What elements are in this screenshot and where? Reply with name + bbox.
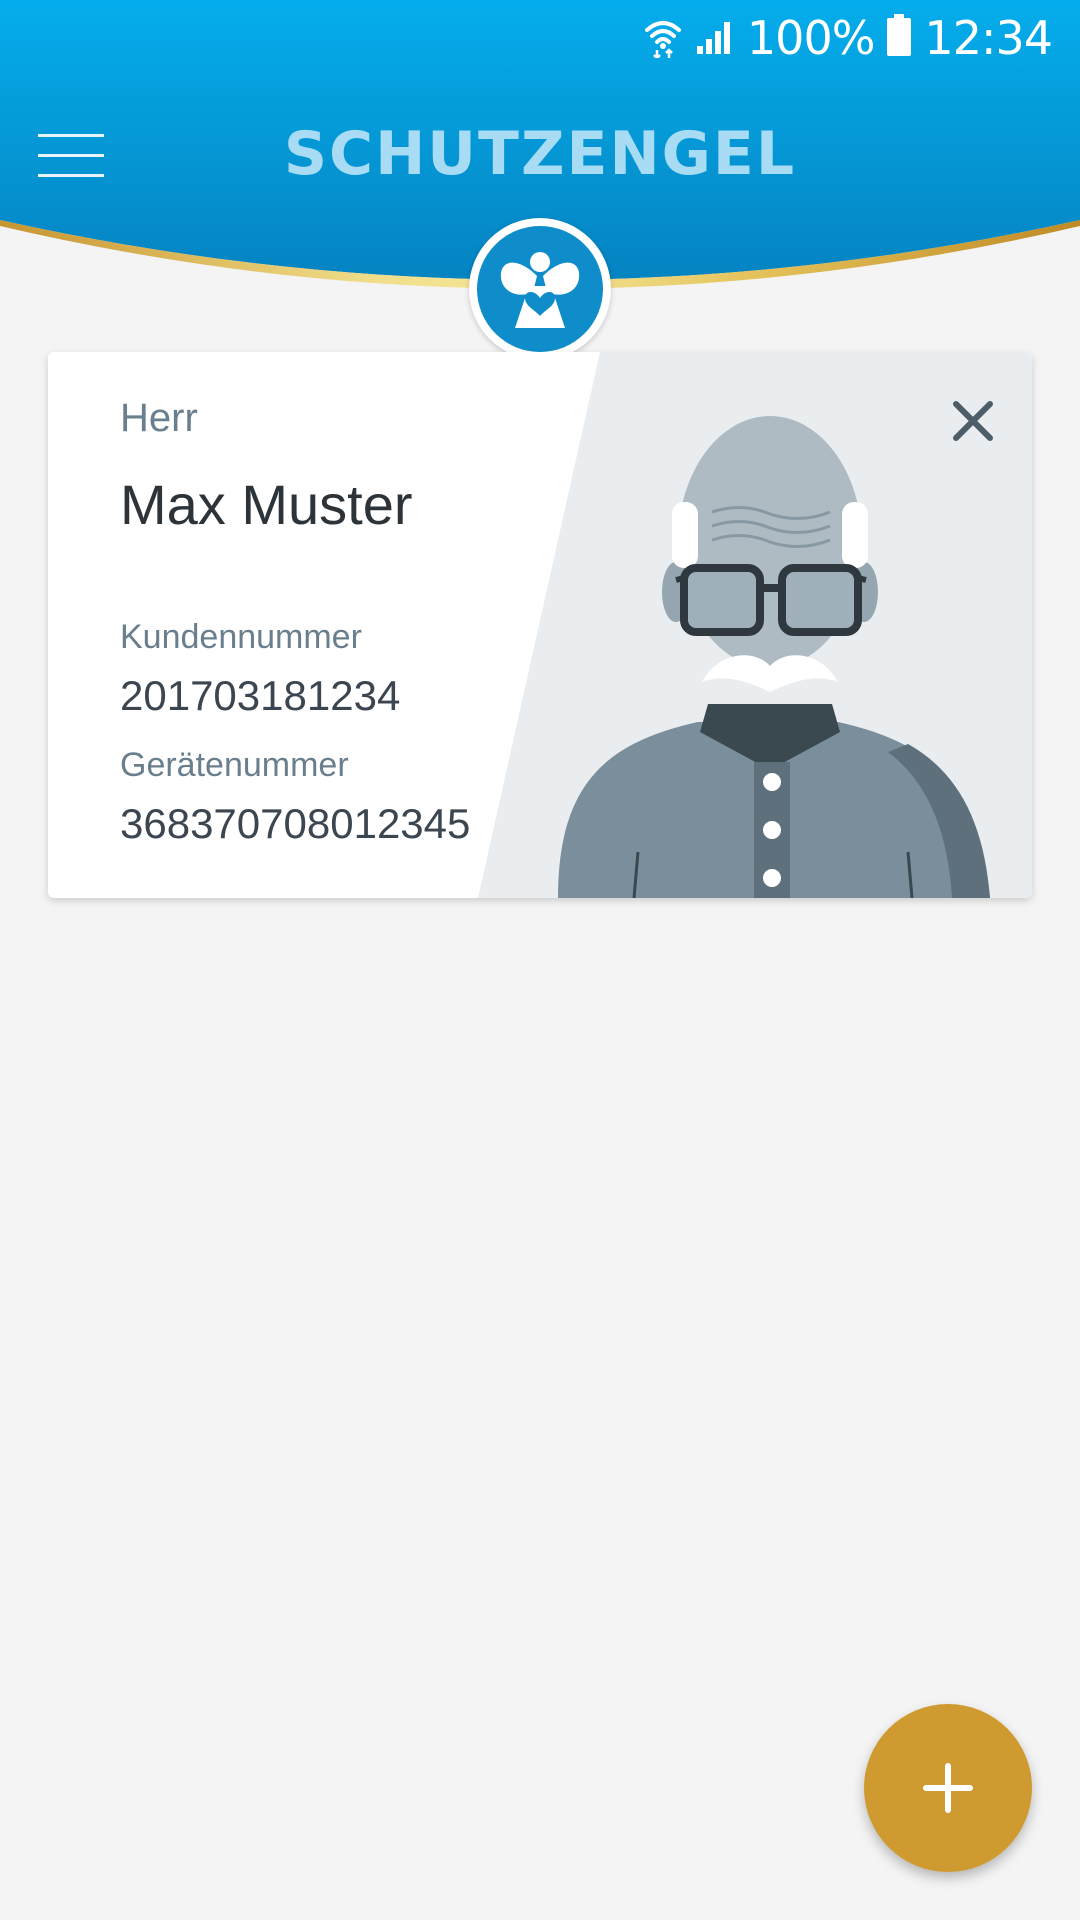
angel-heart-logo-icon <box>500 252 580 328</box>
app-screen: 100% 12:34 SCHUTZENGEL Herr Max Muster K… <box>0 0 1080 1920</box>
app-logo <box>469 218 611 360</box>
battery-icon <box>886 14 912 62</box>
close-icon <box>953 401 993 441</box>
profile-card[interactable]: Herr Max Muster Kundennummer 20170318123… <box>48 352 1032 898</box>
customer-number-value: 201703181234 <box>120 672 401 719</box>
device-number-label: Gerätenummer <box>120 746 349 784</box>
add-button[interactable] <box>864 1704 1032 1872</box>
salutation: Herr <box>120 396 198 440</box>
customer-number-label: Kundennummer <box>120 618 362 656</box>
signal-icon <box>695 16 735 60</box>
device-number-value: 368370708012345 <box>120 800 471 847</box>
status-bar: 100% 12:34 <box>0 0 1080 72</box>
plus-icon <box>923 1763 973 1813</box>
status-bar-right: 100% 12:34 <box>643 8 1053 68</box>
wifi-icon <box>643 14 683 62</box>
close-button[interactable] <box>948 396 998 446</box>
customer-name: Max Muster <box>120 473 413 536</box>
battery-percent: 100% <box>746 11 876 65</box>
app-title: SCHUTZENGEL <box>283 119 797 189</box>
clock: 12:34 <box>924 11 1053 65</box>
